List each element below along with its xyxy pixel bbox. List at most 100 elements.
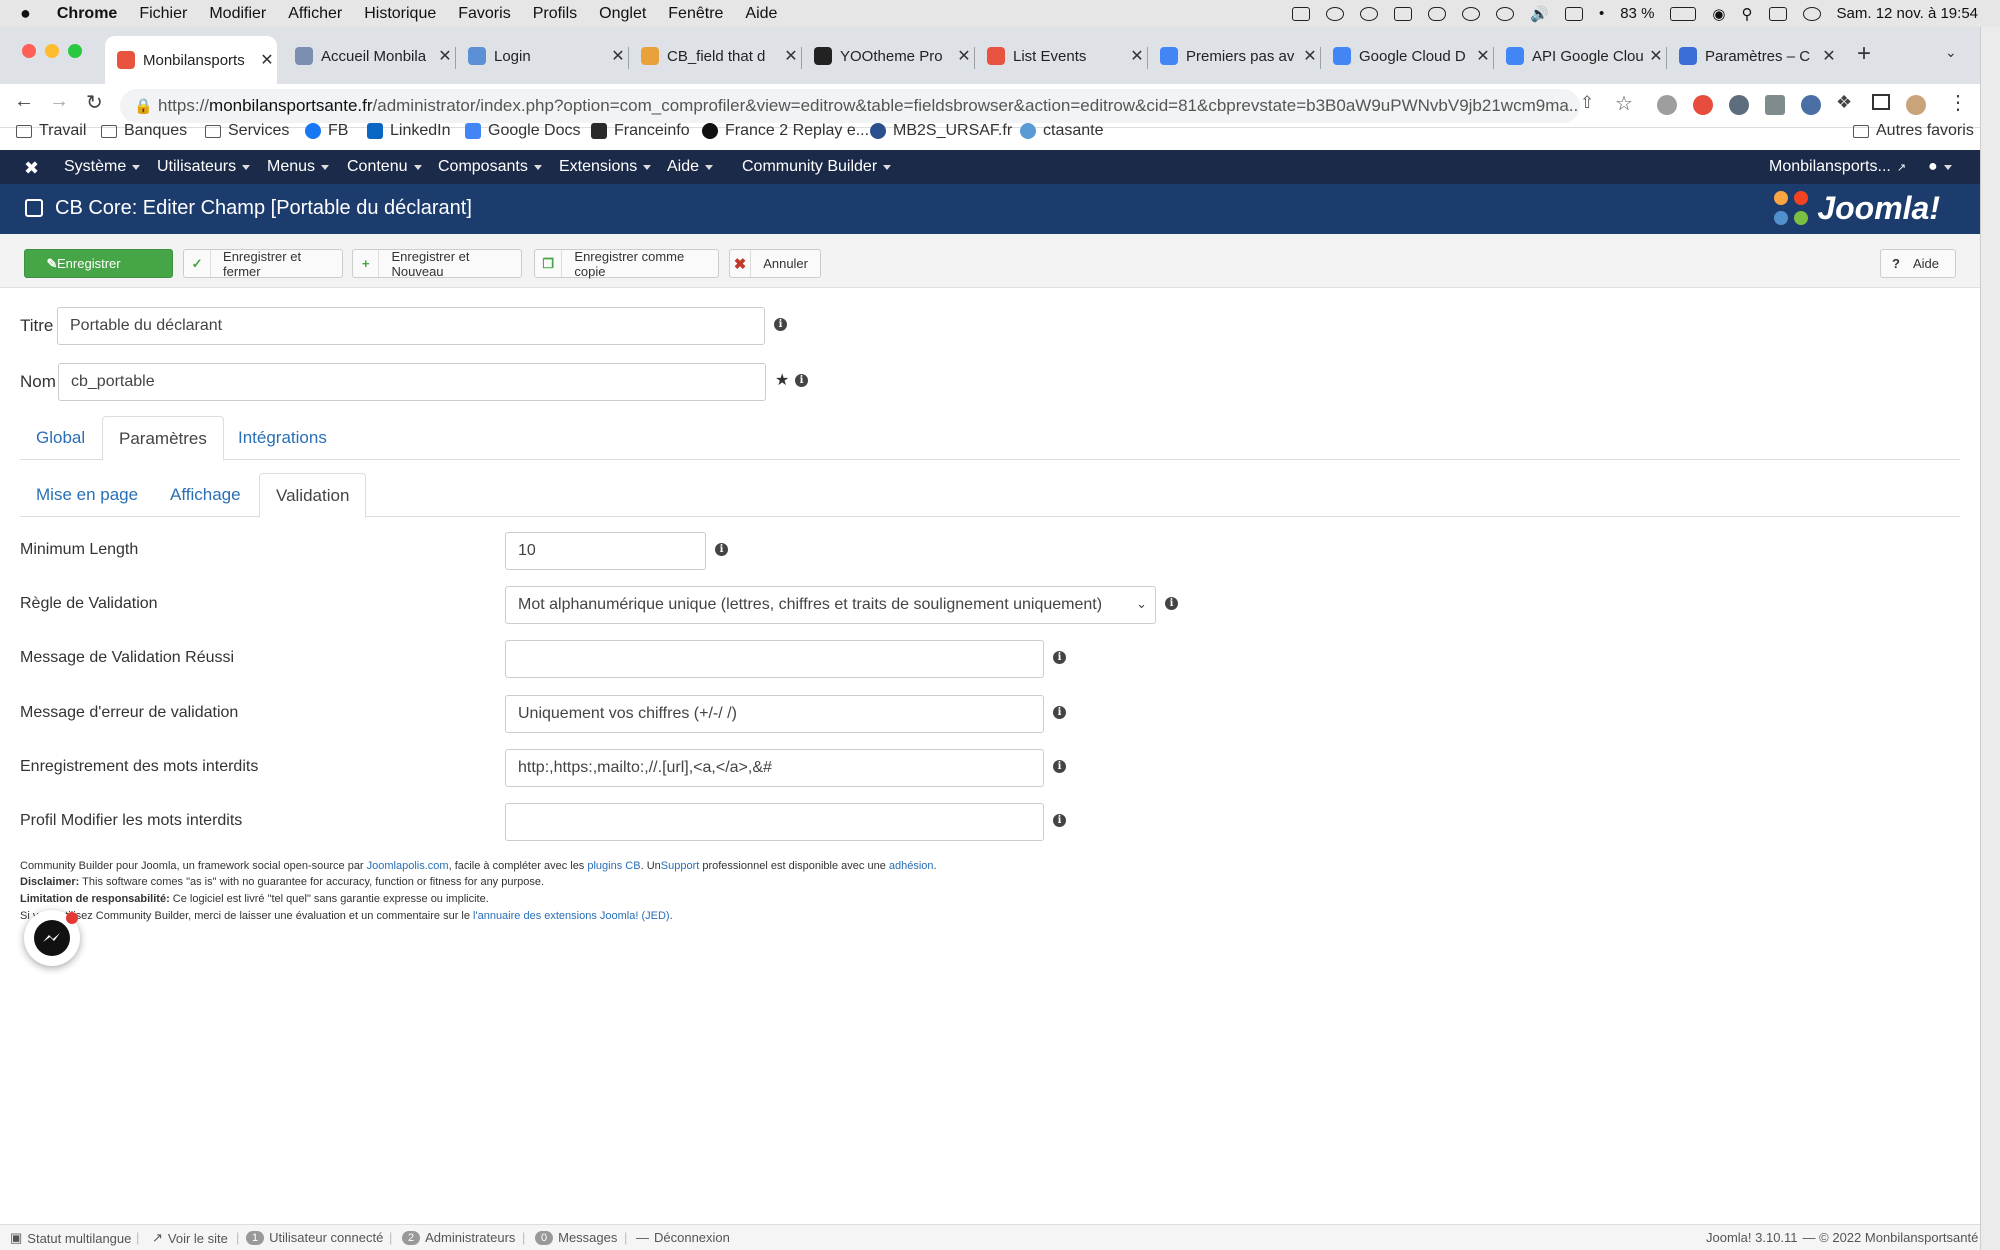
menu-contenu[interactable]: Contenu [347,158,422,176]
accessibility-icon[interactable] [1496,6,1515,21]
tab-search-icon[interactable]: ⌄ [1945,44,1957,61]
menu-modifier[interactable]: Modifier [209,5,266,23]
zoom-window-button[interactable] [68,44,82,58]
bookmark-link[interactable]: France 2 Replay e... [702,122,869,140]
multilang-status[interactable]: ▣ Statut multilangue [10,1230,131,1246]
info-icon[interactable]: i [795,374,808,387]
tab-integrations[interactable]: Intégrations [222,416,343,460]
cancel-button[interactable]: ✖ Annuler [729,249,821,278]
menu-community-builder[interactable]: Community Builder [742,158,892,176]
tab-parametres[interactable]: Paramètres [102,416,224,461]
menu-afficher[interactable]: Afficher [288,5,342,23]
info-icon[interactable]: i [1165,597,1178,610]
browser-tab[interactable]: Premiers pas av ✕ [1148,37,1320,75]
browser-tab[interactable]: Accueil Monbila ✕ [283,37,455,75]
logged-users-link[interactable]: 1 Utilisateur connecté [246,1230,383,1245]
browser-tab[interactable]: Paramètres – C ✕ [1667,37,1839,75]
success-message-input[interactable] [505,640,1044,678]
browser-tab[interactable]: Login ✕ [456,37,628,75]
extension-icon[interactable] [1765,95,1785,115]
menu-favoris[interactable]: Favoris [458,5,510,23]
airdrop-icon[interactable] [1462,6,1481,21]
save-new-button[interactable]: + Enregistrer et Nouveau [352,249,522,279]
other-bookmarks[interactable]: Autres favoris [1853,122,1974,140]
menu-utilisateurs[interactable]: Utilisateurs [157,158,251,176]
browser-tab[interactable]: YOOtheme Pro ✕ [802,37,974,75]
close-tab-icon[interactable]: ✕ [257,50,277,70]
info-icon[interactable]: i [1053,706,1066,719]
menu-extensions[interactable]: Extensions [559,158,652,176]
star-icon[interactable]: ★ [775,370,789,390]
close-tab-icon[interactable]: ✕ [1300,46,1320,66]
bookmark-link[interactable]: Google Docs [465,122,581,140]
bookmark-folder[interactable]: Banques [101,122,187,140]
extension-icon[interactable] [1693,95,1713,115]
tab-affichage[interactable]: Affichage [154,473,257,517]
close-tab-icon[interactable]: ✕ [1127,46,1147,66]
browser-tab[interactable]: API Google Clou ✕ [1494,37,1666,75]
jed-link[interactable]: l'annuaire des extensions Joomla! (JED) [473,910,670,922]
support-link[interactable]: Support [661,860,700,872]
logout-link[interactable]: — Déconnexion [636,1230,730,1245]
status-icon[interactable] [1292,6,1311,21]
minimize-window-button[interactable] [45,44,59,58]
bookmark-link[interactable]: MB2S_URSAF.fr [870,122,1012,140]
min-length-input[interactable]: 10 [505,532,706,570]
name-input[interactable]: cb_portable [58,363,766,401]
info-icon[interactable]: i [1053,814,1066,827]
bookmark-link[interactable]: FB [305,122,348,140]
cloud-icon[interactable] [1428,6,1447,21]
menu-fenetre[interactable]: Fenêtre [668,5,723,23]
close-tab-icon[interactable]: ✕ [435,46,455,66]
menu-onglet[interactable]: Onglet [599,5,646,23]
browser-tab[interactable]: CB_field that d ✕ [629,37,801,75]
info-icon[interactable]: i [774,318,787,331]
plugins-cb-link[interactable]: plugins CB [587,860,640,872]
reload-icon[interactable]: ↻ [86,90,103,115]
menu-fichier[interactable]: Fichier [139,5,187,23]
browser-tab[interactable]: Google Cloud D ✕ [1321,37,1493,75]
joomlapolis-link[interactable]: Joomlapolis.com [367,860,449,872]
chrome-menu-icon[interactable]: ⋮ [1948,90,1968,115]
status-icon[interactable] [1360,6,1379,21]
messages-link[interactable]: 0 Messages [535,1230,617,1245]
back-icon[interactable]: ← [14,90,34,113]
close-tab-icon[interactable]: ✕ [954,46,974,66]
error-message-input[interactable]: Uniquement vos chiffres (+/-/ /) [505,695,1044,733]
menu-composants[interactable]: Composants [438,158,542,176]
bookmark-link[interactable]: LinkedIn [367,122,451,140]
new-tab-icon[interactable]: + [1857,40,1871,68]
close-window-button[interactable] [22,44,36,58]
apple-icon[interactable]: ● [20,3,31,24]
bookmark-folder[interactable]: Services [205,122,289,140]
menu-aide[interactable]: Aide [745,5,777,23]
messenger-chat-button[interactable] [24,910,80,966]
bookmark-link[interactable]: ctasante [1020,122,1103,140]
close-tab-icon[interactable]: ✕ [1646,46,1666,66]
info-icon[interactable]: i [1053,651,1066,664]
lock-icon[interactable]: 🔒 [134,97,153,115]
share-icon[interactable]: ⇧ [1580,93,1594,113]
url-input[interactable]: 🔒 https://monbilansportsante.fr/administ… [120,89,1580,123]
forward-icon[interactable]: → [49,90,69,113]
joomla-logo-icon[interactable]: ✖ [24,158,39,179]
search-icon[interactable]: ⚲ [1742,5,1753,23]
title-input[interactable]: Portable du déclarant [57,307,765,345]
save-close-button[interactable]: ✓ Enregistrer et fermer [183,249,343,279]
admins-link[interactable]: 2 Administrateurs [402,1230,515,1245]
site-link[interactable]: Monbilansports... ↗ [1769,158,1906,176]
extensions-puzzle-icon[interactable]: ❖ [1836,92,1852,113]
control-center-icon[interactable] [1768,6,1787,21]
bookmark-link[interactable]: Franceinfo [591,122,690,140]
battery-icon[interactable] [1670,6,1697,21]
menu-profils[interactable]: Profils [533,5,577,23]
bookmark-folder[interactable]: Travail [16,122,86,140]
close-tab-icon[interactable]: ✕ [608,46,628,66]
extension-icon[interactable] [1657,95,1677,115]
membership-link[interactable]: adhésion [889,860,934,872]
browser-tab-active[interactable]: Monbilansports ✕ [105,36,277,84]
app-menu[interactable]: Chrome [57,5,117,23]
extension-icon[interactable] [1729,95,1749,115]
status-icon[interactable] [1326,6,1345,21]
extension-icon[interactable] [1801,95,1821,115]
